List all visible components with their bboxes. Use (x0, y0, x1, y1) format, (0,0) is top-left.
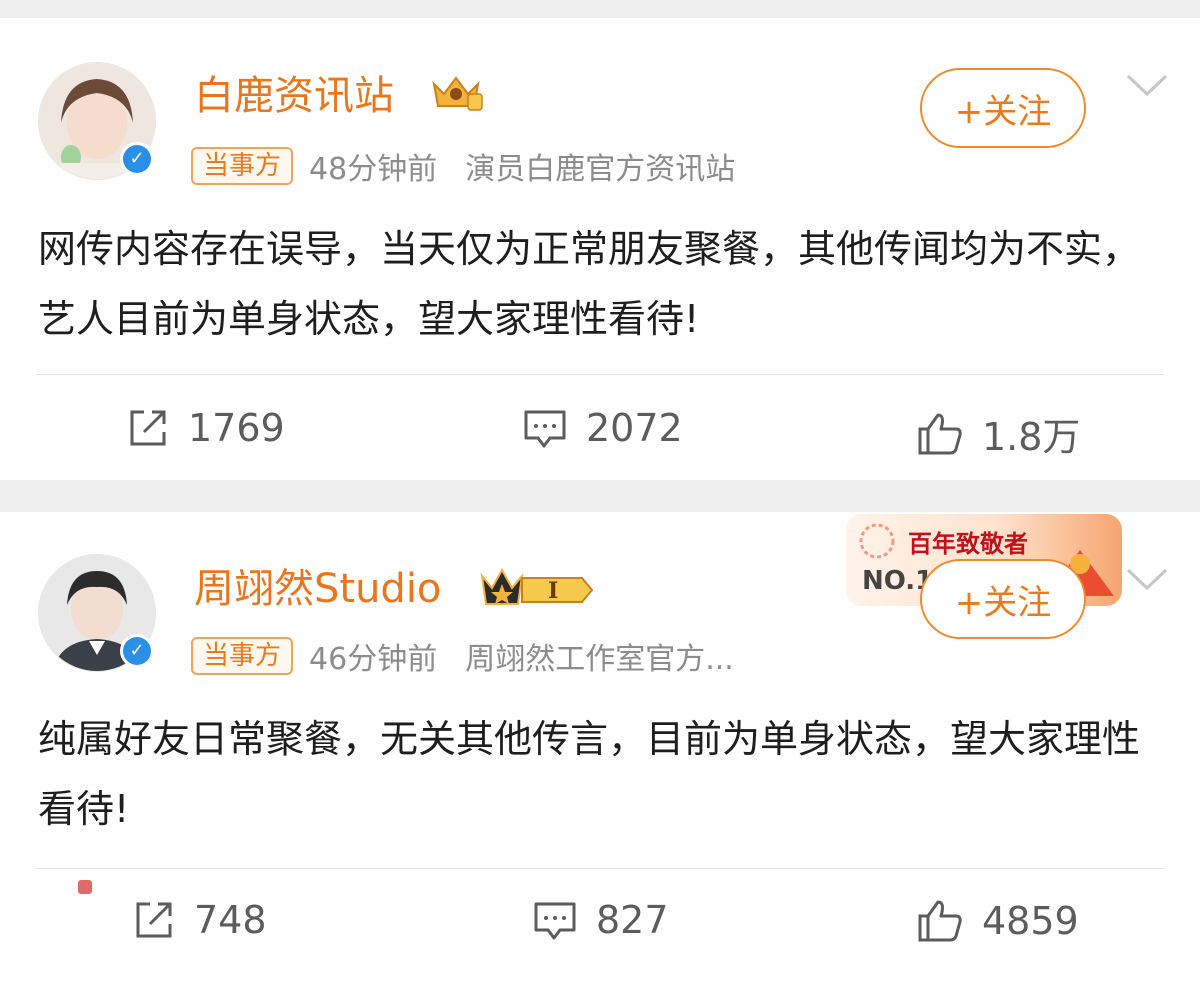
repost-count: 748 (194, 898, 267, 942)
follow-button-label: +关注 (954, 582, 1052, 623)
divider (36, 868, 1164, 869)
post-source: 周翊然工作室官方... (465, 642, 734, 677)
repost-icon (130, 410, 166, 446)
username[interactable]: 白鹿资讯站 (194, 76, 394, 116)
repost-count: 1769 (188, 406, 285, 450)
thumbs-up-icon (918, 413, 962, 454)
post-text: 纯属好友日常聚餐，无关其他传言，目前为单身状态，望大家理性看待! (38, 717, 1141, 831)
follow-button[interactable]: +关注 (920, 559, 1086, 639)
weibo-post-card: ✓ 白鹿资讯站 当事方 48分钟前 演员白鹿官方资讯站 +关注 网传内容存在误导… (0, 18, 1200, 480)
follow-button[interactable]: +关注 (920, 68, 1086, 148)
verified-badge-icon: ✓ (120, 142, 154, 176)
gold-crown-badge-icon[interactable] (428, 70, 484, 116)
repost-button[interactable]: 1769 (126, 406, 285, 450)
post-time: 46分钟前 (309, 642, 438, 677)
like-count: 4859 (982, 899, 1079, 943)
like-count: 1.8万 (982, 415, 1081, 459)
comment-count: 827 (596, 898, 669, 942)
repost-icon (136, 902, 172, 938)
comment-icon (524, 410, 566, 448)
promo-title: 百年致敬者 (908, 529, 1028, 558)
thumbs-up-icon (918, 900, 962, 942)
comment-count: 2072 (586, 406, 683, 450)
verified-badge-icon: ✓ (120, 634, 154, 668)
post-time: 48分钟前 (309, 152, 438, 187)
divider (36, 374, 1164, 375)
chevron-down-icon[interactable] (1124, 564, 1170, 598)
role-tag: 当事方 (191, 637, 294, 675)
comment-button[interactable]: 827 (532, 898, 669, 942)
post-text: 网传内容存在误导，当天仅为正常朋友聚餐，其他传闻均为不实，艺人目前为单身状态，望… (38, 227, 1141, 341)
watermark-logo-icon (76, 878, 94, 899)
weibo-post-card: 百年致敬者 NO.1 ✓ 周翊然Studio I 当事方 46分钟前 周翊然工作… (0, 512, 1200, 986)
crown-level-I-badge-icon[interactable]: I (478, 566, 594, 614)
comment-icon (534, 902, 576, 940)
role-tag: 当事方 (191, 147, 294, 185)
follow-button-label: +关注 (954, 91, 1052, 132)
like-button[interactable]: 1.8万 (916, 406, 1080, 461)
chevron-down-icon[interactable] (1124, 70, 1170, 104)
comment-button[interactable]: 2072 (522, 406, 683, 450)
svg-text:I: I (548, 578, 558, 604)
post-source: 演员白鹿官方资讯站 (465, 152, 736, 187)
like-button[interactable]: 4859 (916, 898, 1079, 944)
username[interactable]: 周翊然Studio (194, 569, 441, 609)
repost-button[interactable]: 748 (132, 898, 267, 942)
